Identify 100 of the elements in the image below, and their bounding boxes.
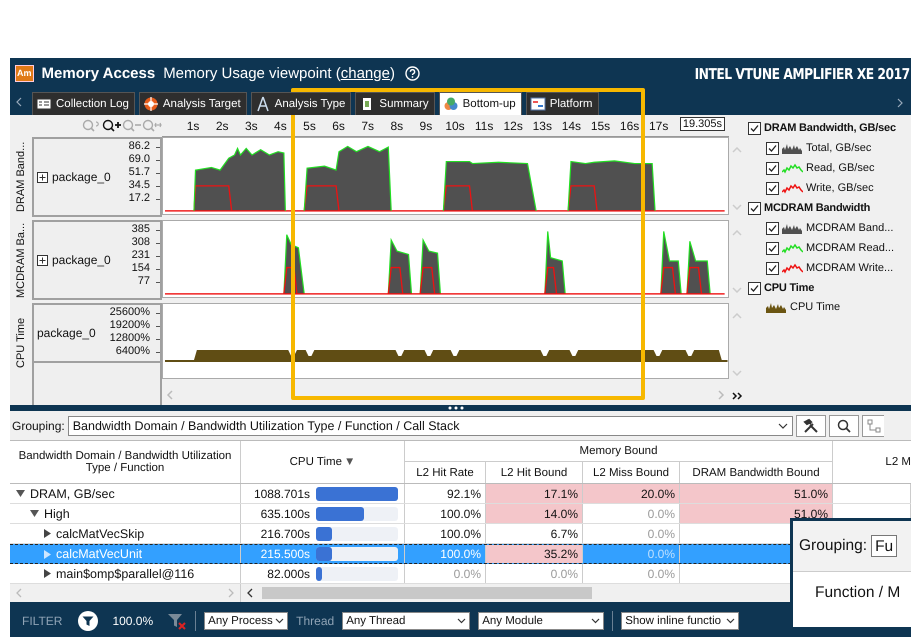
- cpu-time-value: 215.500s: [260, 547, 310, 561]
- scrollbar-thumb[interactable]: [262, 587, 592, 599]
- time-tick-label: 13s: [532, 119, 552, 133]
- time-tick-label: 8s: [390, 119, 404, 133]
- column-header[interactable]: L2 Hit Bound: [486, 462, 583, 483]
- axis-tick-label: 17.2: [128, 192, 160, 205]
- end-time-label: 19.305s: [680, 117, 725, 131]
- viewpoint-text: Memory Usage viewpoint (change): [163, 65, 395, 82]
- time-tick-label: 16s: [620, 119, 640, 133]
- change-link[interactable]: change: [340, 65, 390, 82]
- filter-icon[interactable]: [78, 610, 98, 630]
- column-header[interactable]: L2 M: [833, 441, 911, 483]
- column-header[interactable]: Bandwidth Domain / Bandwidth Utilization Type / Function: [10, 441, 241, 483]
- expand-icon[interactable]: [37, 172, 48, 182]
- axis-tick-label: 69.0: [128, 153, 160, 166]
- metric-value: 14.0%: [544, 506, 578, 520]
- thread-label: Thread: [296, 614, 334, 628]
- view-tab[interactable]: Platform: [526, 92, 599, 115]
- collapsed-arrow-icon[interactable]: [44, 569, 51, 578]
- axis-tick-label: 19200%: [110, 319, 160, 332]
- call-tree-button[interactable]: [862, 414, 884, 436]
- view-tab[interactable]: Collection Log: [32, 92, 135, 115]
- checkbox[interactable]: [766, 222, 779, 234]
- axis-tick-label: 77: [138, 275, 160, 288]
- scroll-left-icon[interactable]: [247, 588, 254, 598]
- legend-label: MCDRAM Band...: [806, 222, 894, 234]
- cpu-time-value: 1088.701s: [254, 486, 310, 500]
- grouping-dropdown[interactable]: Fu: [871, 535, 898, 557]
- legend-group-label: CPU Time: [764, 282, 814, 294]
- checkbox[interactable]: [748, 122, 761, 134]
- help-icon[interactable]: [404, 66, 420, 81]
- table-row[interactable]: DRAM, GB/sec 1088.701s 92.1% 17.1% 20.0% 51.0%: [10, 484, 911, 504]
- clear-filter-icon[interactable]: [167, 612, 188, 630]
- expand-panel-icon[interactable]: [732, 392, 742, 400]
- checkbox[interactable]: [766, 142, 779, 154]
- analysis-title: Memory Access: [42, 65, 156, 82]
- inline-functions-dropdown[interactable]: Show inline functio: [621, 612, 740, 630]
- time-tick-label: 10s: [445, 119, 465, 133]
- checkbox[interactable]: [748, 282, 761, 294]
- legend-label: Read, GB/sec: [806, 162, 874, 174]
- legend-label: CPU Time: [790, 301, 840, 313]
- package-label: package_0: [37, 326, 96, 340]
- time-tick-label: 9s: [420, 119, 432, 133]
- legend-label: MCDRAM Write...: [806, 262, 894, 274]
- app-logo: Am: [15, 65, 34, 82]
- time-tick-label: 12s: [504, 119, 523, 133]
- view-tab[interactable]: Summary: [355, 92, 435, 115]
- checkbox[interactable]: [766, 242, 779, 254]
- dropdown-caret-icon: [591, 618, 600, 624]
- axis-tick-label: 25600%: [110, 306, 160, 319]
- thread-dropdown[interactable]: Any Thread: [342, 612, 470, 630]
- dropdown-caret-icon: [726, 618, 736, 624]
- column-header[interactable]: L2 Miss Bound: [583, 462, 680, 483]
- tools-button[interactable]: [796, 414, 826, 436]
- expanded-arrow-icon[interactable]: [16, 490, 25, 497]
- grouping-label: Grouping:: [12, 418, 65, 432]
- splitter-grip-icon[interactable]: [448, 406, 464, 410]
- metric-value: 100.0%: [440, 547, 481, 561]
- time-tick-label: 4s: [274, 119, 287, 133]
- legend-group-label: DRAM Bandwidth, GB/sec: [764, 122, 896, 134]
- axis-tick-label: 12800%: [110, 332, 160, 345]
- dropdown-caret-icon: [778, 422, 788, 428]
- metric-value: 51.0%: [794, 506, 828, 520]
- legend-label: Write, GB/sec: [806, 182, 874, 194]
- package-label: package_0: [52, 253, 111, 267]
- filter-label: FILTER: [22, 614, 62, 628]
- grouping-dropdown[interactable]: Bandwidth Domain / Bandwidth Utilization Type / Function / Call Stack: [68, 416, 793, 436]
- axis-tick-label: 6400%: [116, 345, 160, 358]
- filter-percent: 100.0%: [112, 614, 154, 628]
- table-row[interactable]: High 635.100s 100.0% 14.0% 0.0% 51.0%: [10, 504, 911, 524]
- metric-value: 0.0%: [648, 547, 675, 561]
- expanded-arrow-icon[interactable]: [30, 510, 39, 517]
- axis-tick-label: 308: [132, 236, 160, 249]
- scroll-right-icon[interactable]: [897, 98, 903, 108]
- expand-icon[interactable]: [37, 254, 48, 266]
- row-name: High: [44, 506, 70, 520]
- column-header[interactable]: DRAM Bandwidth Bound: [680, 462, 833, 483]
- module-dropdown[interactable]: Any Module: [478, 612, 604, 630]
- checkbox[interactable]: [748, 202, 761, 214]
- view-tab[interactable]: Analysis Type: [250, 92, 352, 115]
- checkbox[interactable]: [766, 182, 779, 194]
- dropdown-caret-icon: [457, 618, 466, 624]
- dropdown-caret-icon: [275, 618, 284, 624]
- checkbox[interactable]: [766, 162, 779, 174]
- time-tick-label: 17s: [649, 119, 668, 133]
- track-label: MCDRAM Ba...: [14, 221, 28, 300]
- metric-value: 0.0%: [648, 506, 675, 520]
- collapsed-arrow-icon[interactable]: [44, 529, 51, 538]
- checkbox[interactable]: [766, 262, 779, 274]
- search-button[interactable]: [828, 414, 859, 436]
- column-header[interactable]: L2 Hit Rate: [405, 462, 486, 483]
- metric-value: 0.0%: [550, 566, 578, 580]
- tab-icon: [254, 96, 271, 112]
- view-tab[interactable]: Analysis Target: [138, 92, 247, 115]
- column-header[interactable]: CPU Time ▼: [241, 441, 405, 483]
- scroll-left-icon[interactable]: [16, 97, 22, 107]
- metric-value: 17.1%: [544, 486, 578, 500]
- view-tab[interactable]: Bottom-up: [438, 92, 522, 115]
- process-dropdown[interactable]: Any Process: [204, 612, 288, 630]
- zoom-in-icon[interactable]: [102, 119, 122, 133]
